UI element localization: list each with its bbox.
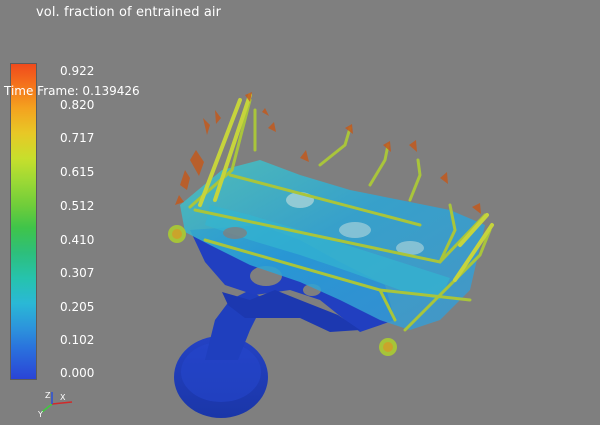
axis-z-label: Z [45,391,51,400]
viewport[interactable]: vol. fraction of entrained air 0.922 0.8… [0,0,600,425]
casting-model[interactable] [0,0,600,425]
axis-y-label: Y [37,410,43,418]
axis-x-label: X [60,393,66,402]
axis-triad-icon: Z X Y [37,391,73,418]
